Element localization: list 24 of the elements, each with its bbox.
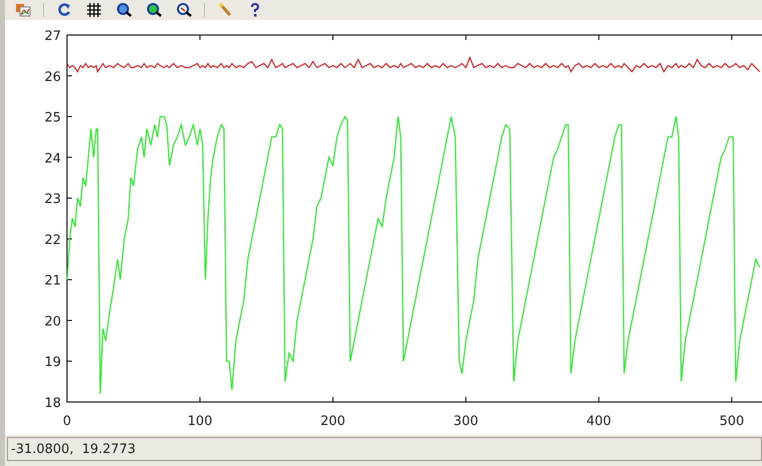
zoom-icon[interactable] (116, 3, 132, 17)
tick-label: 24 (44, 151, 61, 166)
tick-label: 26 (44, 70, 61, 85)
zoom-icon[interactable] (176, 3, 192, 17)
tick-label: 21 (44, 274, 61, 289)
tick-label: 18 (44, 396, 61, 411)
tick-label: 0 (62, 414, 72, 429)
zoom-icon[interactable] (146, 3, 162, 17)
cursor-coordinates: -31.0800, 19.2773 (11, 442, 136, 456)
tick-label: 27 (44, 29, 61, 44)
tick-label: 19 (44, 355, 61, 370)
tick-label: 400 (586, 414, 612, 429)
tick-label: 20 (44, 314, 61, 330)
refresh-icon[interactable] (56, 3, 72, 17)
tick-label: 22 (44, 232, 61, 248)
wand-icon[interactable] (217, 3, 233, 17)
tick-label: 200 (320, 414, 346, 429)
grid-icon[interactable] (86, 3, 102, 17)
graph-icon[interactable] (15, 3, 31, 17)
tick-label: 23 (44, 192, 61, 208)
tick-label: 100 (188, 414, 212, 429)
tick-label: 300 (453, 414, 478, 429)
tick-label: 25 (44, 110, 61, 126)
tick-label: 500 (719, 414, 744, 429)
